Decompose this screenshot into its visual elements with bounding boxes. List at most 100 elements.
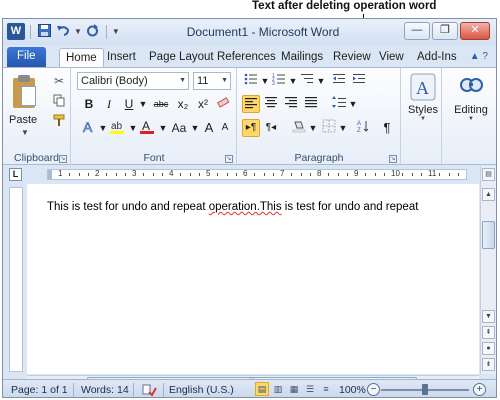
redo-icon[interactable] bbox=[85, 23, 101, 40]
svg-text:A: A bbox=[357, 121, 361, 127]
word-window: W ▼ ▼ Document1 - Microsoft Word — ❐ ✕ F… bbox=[2, 18, 497, 398]
styles-group: A Styles ▼ bbox=[402, 68, 442, 166]
document-text-line[interactable]: This is test for undo and repeat operati… bbox=[47, 201, 419, 216]
undo-dropdown-icon[interactable]: ▼ bbox=[74, 27, 82, 36]
close-button[interactable]: ✕ bbox=[460, 22, 490, 40]
customize-qat-icon[interactable]: ▼ bbox=[112, 27, 120, 36]
ruler-tick bbox=[328, 173, 330, 176]
borders-dropdown-icon[interactable]: ▼ bbox=[334, 119, 352, 137]
window-controls: — ❐ ✕ bbox=[404, 22, 490, 40]
word-logo-icon[interactable]: W bbox=[7, 23, 25, 40]
word-count[interactable]: Words: 14 bbox=[81, 383, 129, 397]
paste-icon[interactable] bbox=[11, 74, 37, 110]
select-browse-object-icon[interactable]: ● bbox=[482, 342, 495, 355]
ruler-number: 11 bbox=[428, 169, 437, 178]
language-indicator[interactable]: English (U.S.) bbox=[169, 383, 234, 397]
save-icon[interactable] bbox=[36, 23, 52, 40]
tab-home[interactable]: Home bbox=[59, 48, 104, 67]
undo-icon[interactable] bbox=[55, 24, 71, 40]
clipboard-launcher-icon[interactable]: ↘ bbox=[59, 155, 67, 163]
previous-page-icon[interactable]: ⇞ bbox=[482, 326, 495, 339]
zoom-out-icon[interactable]: − bbox=[367, 383, 380, 396]
font-size-select[interactable]: 11 ▼ bbox=[193, 72, 231, 90]
editing-button[interactable]: Editing ▼ bbox=[449, 72, 493, 122]
font-size-value: 11 bbox=[197, 75, 209, 87]
tab-add-ins[interactable]: Add-Ins bbox=[411, 48, 463, 67]
view-ruler-icon[interactable]: ▤ bbox=[482, 168, 495, 181]
sort-icon[interactable]: AZ bbox=[354, 119, 372, 137]
ribbon-minimize-icon[interactable]: ▲ ? bbox=[470, 51, 488, 62]
tab-mailings[interactable]: Mailings bbox=[275, 48, 329, 67]
vertical-scrollbar[interactable]: ▤ ▲ ▼ ⇞ ● ⇟ bbox=[480, 166, 496, 374]
subscript-button[interactable]: x₂ bbox=[174, 95, 192, 113]
ruler-tick bbox=[217, 173, 219, 176]
increase-indent-icon[interactable] bbox=[350, 72, 368, 90]
web-layout-icon[interactable]: ▦ bbox=[287, 382, 301, 396]
pilcrow-icon[interactable]: ¶ bbox=[378, 119, 396, 137]
zoom-level[interactable]: 100% bbox=[339, 383, 366, 397]
justify-icon[interactable] bbox=[302, 95, 320, 113]
zoom-slider-thumb[interactable] bbox=[422, 384, 428, 395]
svg-text:ab: ab bbox=[111, 121, 123, 132]
scroll-up-icon[interactable]: ▲ bbox=[482, 188, 495, 201]
ruler-tick bbox=[300, 173, 302, 176]
draft-icon[interactable]: ≡ bbox=[319, 382, 333, 396]
clipboard-group: Paste ▼ ✂ Clipboard ↘ bbox=[3, 68, 71, 166]
document-page[interactable]: This is test for undo and repeat operati… bbox=[27, 184, 479, 374]
next-page-icon[interactable]: ⇟ bbox=[482, 358, 495, 371]
page-count[interactable]: Page: 1 of 1 bbox=[11, 383, 68, 397]
paste-dropdown-icon[interactable]: ▼ bbox=[21, 128, 29, 137]
ltr-icon[interactable]: ▸¶ bbox=[242, 119, 260, 137]
paste-button[interactable]: Paste bbox=[9, 114, 37, 126]
superscript-button[interactable]: x² bbox=[194, 95, 212, 113]
align-right-icon[interactable] bbox=[282, 95, 300, 113]
line-spacing-dropdown-icon[interactable]: ▼ bbox=[344, 95, 362, 113]
font-name-select[interactable]: Calibri (Body) ▼ bbox=[77, 72, 189, 90]
editing-label: Editing bbox=[454, 104, 488, 116]
print-layout-icon[interactable]: ▤ bbox=[255, 382, 269, 396]
tab-review[interactable]: Review bbox=[327, 48, 377, 67]
cut-icon[interactable]: ✂ bbox=[51, 74, 67, 90]
styles-button[interactable]: A Styles ▼ bbox=[406, 72, 440, 122]
decrease-indent-icon[interactable] bbox=[330, 72, 348, 90]
outline-icon[interactable]: ☰ bbox=[303, 382, 317, 396]
ruler-row: L 1 2 3 4 5 6 7 8 9 10 11 bbox=[3, 166, 496, 182]
chevron-down-icon: ▼ bbox=[179, 77, 186, 84]
italic-button[interactable]: I bbox=[100, 95, 118, 113]
strikethrough-button[interactable]: abc bbox=[150, 95, 172, 113]
center-icon[interactable] bbox=[262, 95, 280, 113]
multilevel-dropdown-icon[interactable]: ▼ bbox=[312, 72, 330, 90]
annotation-callout: Text after deleting operation word bbox=[252, 0, 437, 12]
tab-page-layout[interactable]: Page Layout bbox=[143, 48, 220, 67]
minimize-button[interactable]: — bbox=[404, 22, 430, 40]
window-title: Document1 - Microsoft Word bbox=[186, 25, 340, 39]
full-screen-reading-icon[interactable]: ▥ bbox=[271, 382, 285, 396]
scroll-down-icon[interactable]: ▼ bbox=[482, 310, 495, 323]
rtl-icon[interactable]: ¶◂ bbox=[262, 119, 280, 137]
tab-view[interactable]: View bbox=[373, 48, 410, 67]
ruler-tick bbox=[383, 173, 385, 176]
restore-button[interactable]: ❐ bbox=[432, 22, 458, 40]
tab-insert[interactable]: Insert bbox=[101, 48, 142, 67]
document-text: is test for undo and repeat bbox=[281, 201, 419, 213]
tab-selector[interactable]: L bbox=[9, 168, 22, 181]
vertical-ruler[interactable] bbox=[9, 187, 23, 372]
misspelled-word[interactable]: operation.This bbox=[209, 201, 282, 213]
copy-icon[interactable] bbox=[51, 94, 67, 110]
format-painter-icon[interactable] bbox=[51, 114, 67, 130]
ruler-tick bbox=[291, 173, 293, 176]
align-left-icon[interactable] bbox=[242, 95, 260, 113]
horizontal-ruler[interactable]: 1 2 3 4 5 6 7 8 9 10 11 bbox=[47, 169, 467, 180]
clear-formatting-icon[interactable] bbox=[214, 95, 232, 113]
font-launcher-icon[interactable]: ↘ bbox=[225, 155, 233, 163]
tab-file[interactable]: File bbox=[7, 47, 46, 67]
ruler-margin bbox=[48, 170, 52, 179]
zoom-in-icon[interactable]: + bbox=[473, 383, 486, 396]
bold-button[interactable]: B bbox=[80, 95, 98, 113]
ruler-tick bbox=[457, 173, 459, 176]
shrink-font-button[interactable]: A bbox=[216, 119, 234, 137]
vertical-scroll-thumb[interactable] bbox=[482, 221, 495, 249]
tab-references[interactable]: References bbox=[211, 48, 282, 67]
paragraph-launcher-icon[interactable]: ↘ bbox=[389, 155, 397, 163]
proofing-icon[interactable] bbox=[141, 383, 157, 397]
